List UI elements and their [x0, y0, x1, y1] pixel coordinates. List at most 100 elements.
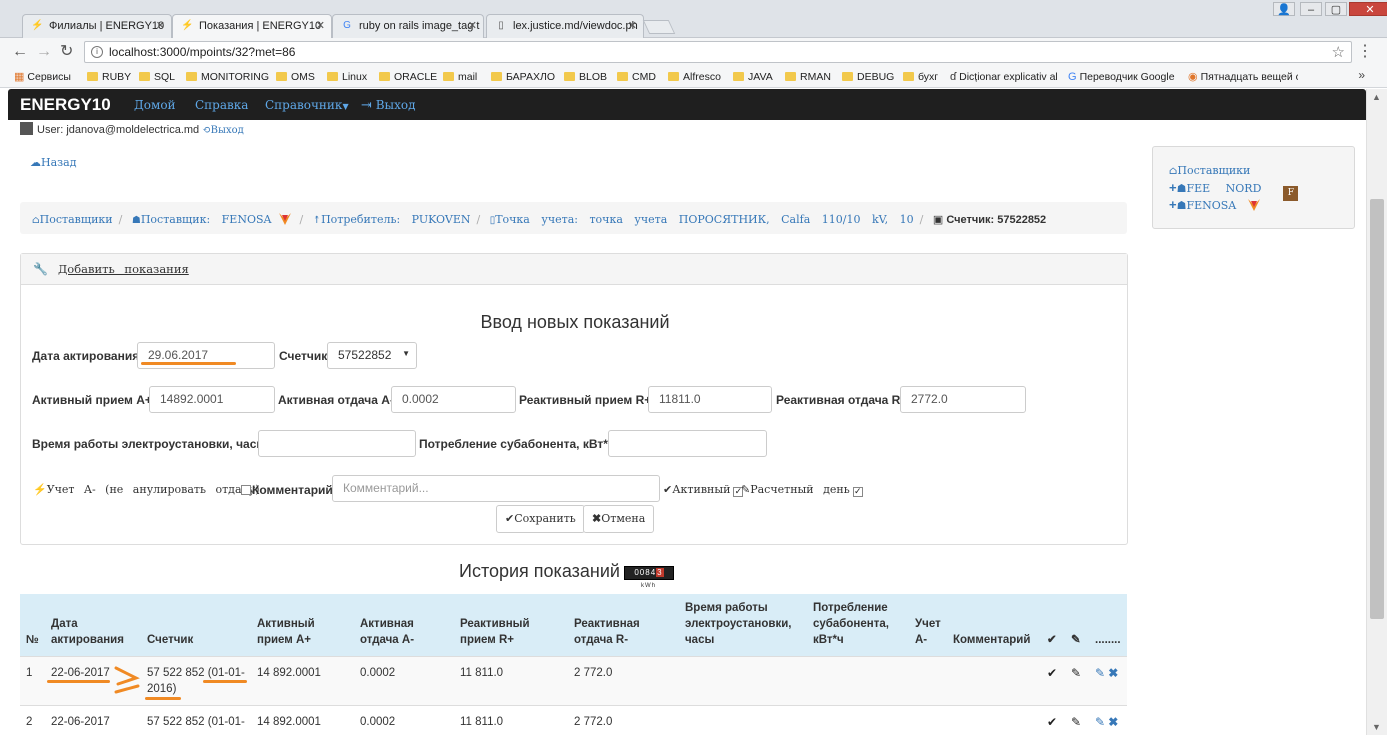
bookmark-mail[interactable]: mail [443, 69, 477, 85]
browser-tab-3[interactable]: G ruby on rails image_tag t ✕ [332, 14, 484, 38]
back-link[interactable]: ☁Назад [30, 156, 76, 169]
bookmark-label: OMS [291, 71, 315, 83]
col-settlement: ✎ [1065, 594, 1089, 657]
browser-tab-1[interactable]: ⚡ Филиалы | ENERGY10 ✕ [22, 14, 172, 38]
address-bar: ← → ↻ i localhost:3000/mpoints/32?met=86… [0, 38, 1387, 66]
settlement-checkbox[interactable]: ✓ [852, 487, 863, 497]
bookmark-rman[interactable]: RMAN [785, 69, 831, 85]
bookmark-services[interactable]: ▦ Сервисы [14, 69, 71, 85]
active-out-input[interactable]: 0.0002 [391, 386, 516, 413]
reload-icon[interactable]: ↻ [60, 43, 73, 61]
cancel-button[interactable]: ✖Отмена [583, 505, 655, 533]
scroll-up-icon[interactable]: ▲ [1372, 92, 1381, 102]
sidebar-item-fenosa[interactable]: +☗FENOSA [1169, 197, 1262, 213]
bookmark-linux[interactable]: Linux [327, 69, 367, 85]
comment-input[interactable]: Комментарий... [332, 475, 660, 502]
user-logout-link[interactable]: ⟲Выход [202, 125, 244, 136]
nav-logout[interactable]: ⇥ Выход [361, 98, 415, 113]
meter-label: Счетчик [279, 349, 328, 363]
close-icon: ✖ [592, 512, 602, 525]
browser-tab-4[interactable]: ▯ lex.justice.md/viewdoc.ph ✕ [486, 14, 644, 38]
reactive-in-input[interactable]: 11811.0 [648, 386, 772, 413]
minimize-button[interactable]: – [1300, 2, 1322, 16]
breadcrumb-separator: / [299, 213, 304, 226]
nav-help[interactable]: Справка [195, 98, 248, 112]
nav-home[interactable]: Домой [134, 98, 176, 112]
sidebar-title[interactable]: ⌂Поставщики [1169, 164, 1250, 177]
bookmark-cmd[interactable]: CMD [617, 69, 656, 85]
scroll-down-icon[interactable]: ▼ [1372, 722, 1381, 732]
close-window-button[interactable]: ✕ [1349, 2, 1387, 16]
date-label: Дата актирования [32, 349, 140, 363]
active-in-label: Активный прием A+ [32, 393, 152, 407]
breadcrumb-point[interactable]: ▯Точка учета: точка учета ПОРОСЯТНИК, Ca… [490, 213, 914, 226]
bookmark-label: RUBY [102, 71, 132, 83]
add-readings-heading[interactable]: 🔧 Добавить показания [21, 254, 1127, 285]
bookmark-star-icon[interactable]: ☆ [1332, 43, 1345, 61]
dropdown-arrow-icon: ▼ [402, 349, 410, 358]
scroll-thumb[interactable] [1370, 199, 1384, 619]
tab-label: Показания | ENERGY10 [199, 20, 322, 32]
close-tab-icon[interactable]: ✕ [316, 15, 325, 37]
url-input[interactable]: i localhost:3000/mpoints/32?met=86 ☆ [84, 41, 1352, 63]
subconsumption-input[interactable] [608, 430, 767, 457]
meter-select[interactable]: 57522852 ▼ [327, 342, 417, 369]
bookmark-buhg[interactable]: бухг [903, 69, 938, 85]
bookmark-label: Пятнадцать вещей с [1200, 71, 1298, 83]
sidebar-item-label: FENOSA [1186, 199, 1237, 212]
breadcrumb-meter-label: Счетчик: 57522852 [946, 214, 1047, 226]
bookmark-dictionar[interactable]: ɗ Dicționar explicativ al [950, 69, 1058, 85]
breadcrumb-supplier[interactable]: ☗Поставщик: FENOSA [132, 213, 294, 226]
cell-comment [947, 656, 1041, 706]
edit-pencil-icon[interactable]: ✎ [1095, 715, 1105, 729]
account-a-minus-checkbox[interactable] [241, 485, 251, 495]
save-button[interactable]: ✔Сохранить [496, 505, 585, 533]
back-arrow-icon[interactable]: ← [12, 43, 28, 61]
maximize-button[interactable]: ▢ [1325, 2, 1347, 16]
browser-tab-2[interactable]: ⚡ Показания | ENERGY10 ✕ [172, 14, 332, 38]
bookmark-label: SQL [154, 71, 176, 83]
bookmark-translate[interactable]: G Переводчик Google [1068, 69, 1175, 85]
breadcrumb-suppliers[interactable]: ⌂Поставщики [32, 213, 113, 226]
forward-arrow-icon[interactable]: → [36, 43, 52, 61]
close-tab-icon[interactable]: ✕ [628, 15, 637, 37]
browser-menu-icon[interactable]: ⋮ [1357, 41, 1373, 61]
bookmark-label: бухг [918, 71, 939, 83]
bookmark-fifteen[interactable]: ◉ Пятнадцать вещей с [1188, 69, 1298, 85]
bookmark-alfresco[interactable]: Alfresco [668, 69, 721, 85]
bookmark-oms[interactable]: OMS [276, 69, 315, 85]
new-tab-button[interactable] [642, 20, 676, 34]
runtime-input[interactable] [258, 430, 416, 457]
bookmark-sql[interactable]: SQL [139, 69, 175, 85]
folder-icon [617, 72, 628, 81]
bookmark-blob[interactable]: BLOB [564, 69, 607, 85]
user-profile-icon[interactable]: 👤 [1273, 2, 1295, 16]
app-navbar: ENERGY10 Домой Справка Справочник▼ ⇥ Вых… [8, 89, 1366, 120]
account-a-minus-label: ⚡Учет A- (не анулировать отдачу) [33, 483, 260, 496]
delete-icon[interactable]: ✖ [1108, 715, 1118, 729]
bookmark-label: CMD [632, 71, 656, 83]
translate-icon: G [1068, 71, 1077, 83]
edit-pencil-icon[interactable]: ✎ [1095, 666, 1105, 680]
close-tab-icon[interactable]: ✕ [156, 15, 165, 37]
bookmark-oracle[interactable]: ORACLE [379, 69, 437, 85]
col-actions: ........ [1095, 634, 1121, 646]
bookmark-java[interactable]: JAVA [733, 69, 773, 85]
close-tab-icon[interactable]: ✕ [468, 15, 477, 37]
bookmark-ruby[interactable]: RUBY [87, 69, 131, 85]
active-in-input[interactable]: 14892.0001 [149, 386, 275, 413]
reactive-out-input[interactable]: 2772.0 [900, 386, 1026, 413]
bookmark-debug[interactable]: DEBUG [842, 69, 894, 85]
col-comment: Комментарий [953, 634, 1031, 646]
bookmark-barakhlo[interactable]: БАРАХЛО [491, 69, 555, 85]
delete-icon[interactable]: ✖ [1108, 666, 1118, 680]
breadcrumb-consumer[interactable]: ↟Потребитель: PUKOVEN [313, 213, 471, 226]
annotation-underline [145, 697, 181, 700]
brand-logo[interactable]: ENERGY10 [20, 95, 111, 115]
nav-reference[interactable]: Справочник▼ [265, 98, 349, 112]
bookmark-monitoring[interactable]: MONITORING [186, 69, 269, 85]
cell-subconsumption [807, 656, 909, 706]
page-scrollbar[interactable]: ▲ ▼ [1366, 89, 1387, 735]
more-bookmarks-icon[interactable]: » [1358, 68, 1365, 82]
folder-icon [668, 72, 679, 81]
